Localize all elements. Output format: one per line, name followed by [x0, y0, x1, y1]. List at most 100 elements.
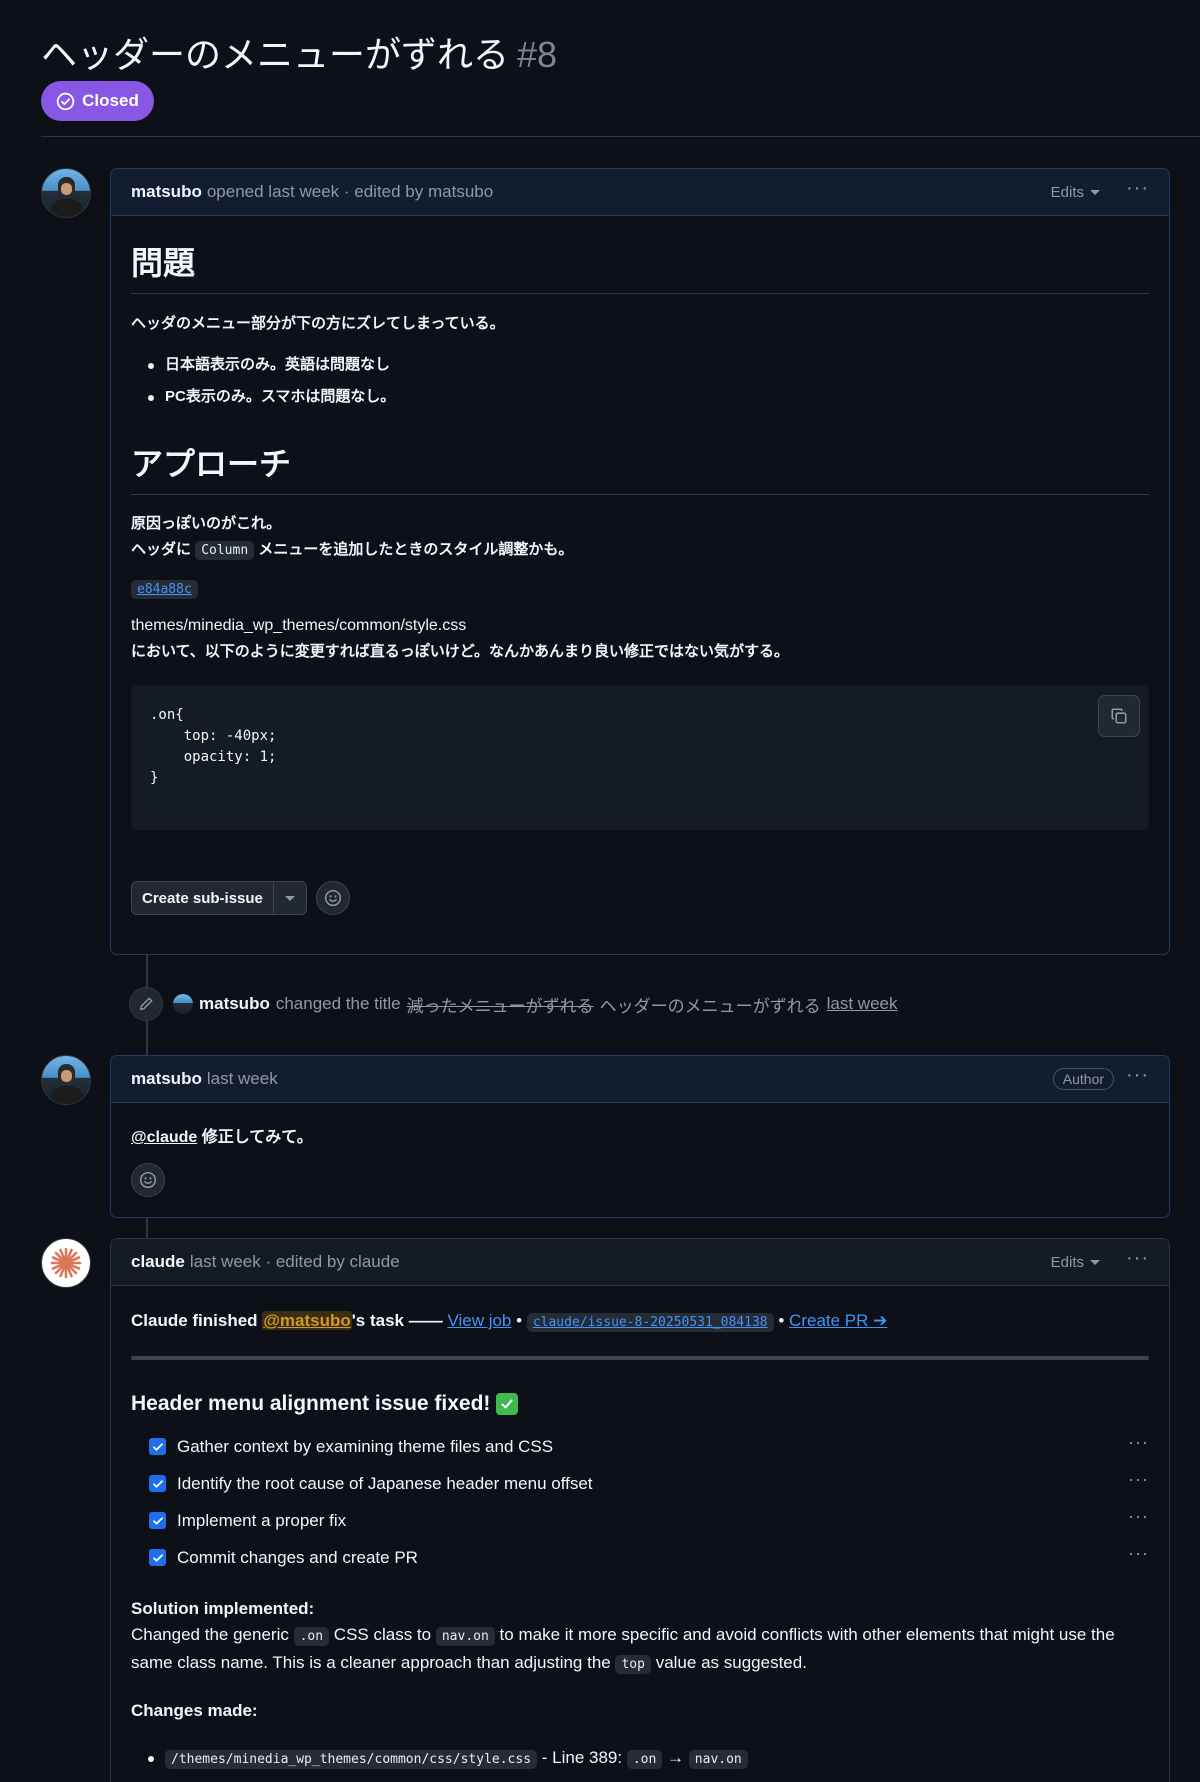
comment-header: matsubo opened last week · edited by mat… — [111, 169, 1169, 216]
commit-link-paragraph: e84a88c — [131, 580, 1149, 599]
sub-issue-dropdown[interactable] — [274, 882, 306, 914]
commit-link[interactable]: e84a88c — [131, 580, 198, 599]
change-text: - Line 389: — [541, 1748, 623, 1767]
inline-code: .on — [626, 1750, 663, 1769]
paragraph-text: メニューを追加したときのスタイル調整かも。 — [258, 541, 574, 558]
copy-icon — [1111, 708, 1127, 724]
separator: • — [516, 1311, 523, 1330]
code-block: .on{ top: -40px; opacity: 1; } — [131, 685, 1149, 830]
task-options-icon[interactable]: ··· — [1128, 1469, 1149, 1490]
comment-author[interactable]: matsubo — [131, 182, 202, 202]
markdown-paragraph: themes/minedia_wp_themes/common/style.cs… — [131, 613, 1149, 665]
check-mark-icon — [496, 1393, 519, 1415]
separator: • — [778, 1311, 785, 1330]
checkbox-checked[interactable] — [149, 1475, 166, 1492]
user-mention[interactable]: @claude — [131, 1129, 197, 1146]
view-job-link[interactable]: View job — [447, 1311, 511, 1330]
markdown-paragraph: 原因っぽいのがこれ。 ヘッダに Column メニューを追加したときのスタイル調… — [131, 511, 1149, 564]
copy-button[interactable] — [1098, 695, 1140, 737]
comment-author[interactable]: claude — [131, 1252, 185, 1272]
claude-avatar[interactable] — [41, 1238, 91, 1288]
create-sub-issue-label[interactable]: Create sub-issue — [132, 882, 274, 914]
list-item: 日本語表示のみ。英語は問題なし — [131, 349, 1149, 381]
list-item: PC表示のみ。スマホは問題なし。 — [131, 381, 1149, 413]
status-text: Claude finished — [131, 1311, 258, 1330]
add-reaction-button[interactable] — [131, 1163, 165, 1197]
avatar[interactable] — [173, 994, 193, 1014]
inline-code: nav.on — [688, 1750, 748, 1769]
horizontal-rule — [131, 1356, 1149, 1360]
file-path: themes/minedia_wp_themes/common/style.cs… — [131, 617, 467, 634]
issue-body-comment: matsubo opened last week · edited by mat… — [110, 168, 1170, 955]
avatar[interactable] — [41, 1055, 91, 1105]
title-divider — [41, 136, 1200, 137]
claude-logo-icon — [50, 1247, 82, 1279]
issue-number: #8 — [517, 34, 558, 75]
branch-link[interactable]: claude/issue-8-20250531_084138 — [526, 1313, 774, 1332]
status-text: 's task —— — [351, 1311, 443, 1330]
user-mention[interactable]: @matsubo — [262, 1311, 352, 1330]
task-list-item: Gather context by examining theme files … — [131, 1428, 1149, 1465]
paragraph-text: において、以下のように変更すれば直るっぽいけど。なんかあんまり良い修正ではない気… — [131, 643, 790, 660]
task-list-item: Commit changes and create PR ··· — [131, 1539, 1149, 1576]
issue-state-badge: Closed — [41, 81, 154, 121]
comment-meta: opened last week · edited by matsubo — [206, 182, 494, 201]
add-reaction-button[interactable] — [315, 881, 350, 915]
markdown-heading: Header menu alignment issue fixed! — [131, 1392, 1149, 1416]
task-label: Gather context by examining theme files … — [177, 1436, 554, 1456]
create-sub-issue-button[interactable]: Create sub-issue — [131, 881, 307, 915]
arrow-icon: → — [667, 1748, 685, 1767]
solution-text-part: CSS class to — [333, 1625, 432, 1644]
event-time[interactable]: last week — [827, 994, 898, 1014]
checkbox-checked[interactable] — [149, 1512, 166, 1529]
timeline-line — [146, 1218, 148, 1238]
smiley-icon — [139, 1171, 157, 1189]
create-pr-link[interactable]: Create PR ➔ — [789, 1311, 887, 1330]
solution-text: Changed the generic .on CSS class to nav… — [131, 1622, 1149, 1678]
comment-author[interactable]: matsubo — [131, 1069, 202, 1089]
task-label: Identify the root cause of Japanese head… — [177, 1473, 593, 1493]
kebab-menu-icon[interactable]: ··· — [1126, 1065, 1149, 1085]
comment-body: 修正してみて。 — [201, 1129, 313, 1146]
paragraph-text: ヘッダに — [131, 541, 192, 558]
file-path-code: /themes/minedia_wp_themes/common/css/sty… — [165, 1750, 538, 1769]
inline-code: top — [615, 1655, 651, 1674]
edits-label: Edits — [1050, 1253, 1085, 1271]
task-options-icon[interactable]: ··· — [1128, 1543, 1149, 1564]
chevron-down-icon — [1090, 1259, 1101, 1265]
avatar[interactable] — [41, 168, 91, 218]
task-options-icon[interactable]: ··· — [1128, 1432, 1149, 1453]
checkbox-checked[interactable] — [149, 1438, 166, 1455]
code-content: .on{ top: -40px; opacity: 1; } — [150, 707, 277, 786]
markdown-heading: アプローチ — [131, 439, 1149, 495]
edits-dropdown[interactable]: Edits — [1050, 1253, 1101, 1271]
smiley-icon — [324, 889, 341, 907]
bullet-list: 日本語表示のみ。英語は問題なし PC表示のみ。スマホは問題なし。 — [131, 349, 1149, 413]
inline-code: Column — [195, 541, 255, 560]
inline-code: nav.on — [435, 1627, 495, 1646]
event-author[interactable]: matsubo — [199, 994, 270, 1014]
edits-dropdown[interactable]: Edits — [1051, 184, 1101, 201]
solution-title: Solution implemented: — [131, 1599, 315, 1618]
markdown-paragraph: ヘッダのメニュー部分が下の方にズレてしまっている。 — [131, 315, 505, 332]
comment-meta: last week — [206, 1069, 278, 1088]
task-list-item: Implement a proper fix ··· — [131, 1502, 1149, 1539]
comment-actions: Create sub-issue — [131, 881, 1149, 915]
list-item: /themes/minedia_wp_themes/common/css/sty… — [131, 1742, 1149, 1776]
task-options-icon[interactable]: ··· — [1128, 1506, 1149, 1527]
kebab-menu-icon[interactable]: ··· — [1126, 178, 1149, 198]
closed-check-icon — [56, 92, 75, 110]
inline-code: .on — [293, 1627, 330, 1646]
issue-state-label: Closed — [82, 91, 139, 110]
chevron-down-icon — [284, 895, 295, 901]
checkbox-checked[interactable] — [149, 1549, 166, 1566]
issue-title-text: ヘッダーのメニューがずれる — [41, 34, 510, 75]
comment-meta: last week · edited by claude — [189, 1252, 400, 1271]
author-badge: Author — [1052, 1068, 1115, 1090]
kebab-menu-icon[interactable]: ··· — [1126, 1248, 1149, 1268]
markdown-heading: 問題 — [131, 238, 1149, 294]
chevron-down-icon — [1090, 189, 1101, 195]
title-change-event: matsubo changed the title 減ったメニューがずれる ヘッ… — [129, 987, 897, 1021]
changes-title: Changes made: — [131, 1701, 258, 1720]
comment: matsubo last week Author ··· @claude 修正し… — [110, 1055, 1170, 1218]
